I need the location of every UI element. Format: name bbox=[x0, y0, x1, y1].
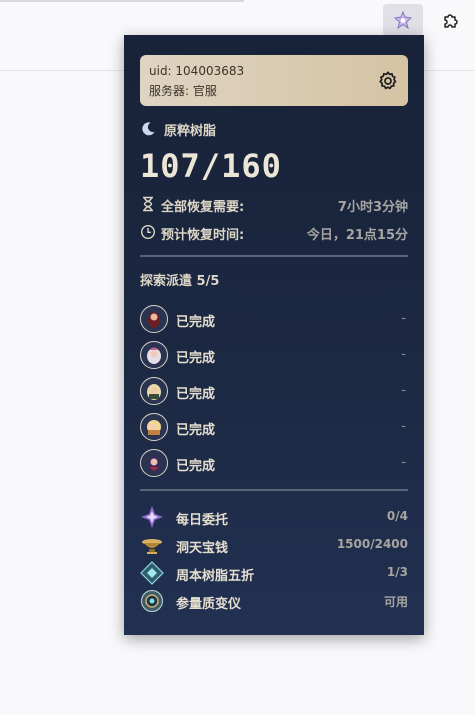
hourglass-icon bbox=[143, 196, 153, 212]
expedition-row: 已完成 - bbox=[140, 377, 408, 405]
extensions-menu-button[interactable] bbox=[433, 4, 467, 36]
transformer-row: 参量质变仪 可用 bbox=[140, 589, 408, 613]
extension-button[interactable] bbox=[383, 4, 423, 36]
expedition-remaining: - bbox=[401, 347, 406, 362]
divider bbox=[140, 489, 408, 491]
extension-logo-icon bbox=[394, 11, 412, 29]
expedition-row: 已完成 - bbox=[140, 341, 408, 369]
expedition-status: 已完成 bbox=[176, 423, 216, 438]
server-text: 服务器: 官服 bbox=[149, 84, 217, 98]
eta-row: 预计恢复时间: 今日，21点15分 bbox=[140, 223, 408, 243]
resin-title: 原粹树脂 bbox=[140, 120, 217, 139]
uid-text: uid: 104003683 bbox=[149, 64, 245, 78]
resin-value: 107/160 bbox=[140, 147, 282, 185]
full-recovery-value: 7小时3分钟 bbox=[337, 200, 408, 215]
expedition-row: 已完成 - bbox=[140, 449, 408, 477]
expedition-remaining: - bbox=[401, 383, 406, 398]
character-avatar bbox=[140, 341, 168, 369]
realm-currency-label: 洞天宝钱 bbox=[176, 541, 229, 556]
clock-icon bbox=[140, 224, 156, 240]
eta-value: 今日，21点15分 bbox=[306, 228, 408, 243]
expeditions-title: 探索派遣 5/5 bbox=[140, 274, 220, 289]
expedition-status: 已完成 bbox=[176, 387, 216, 402]
weekly-boss-row: 周本树脂五折 1/3 bbox=[140, 561, 408, 585]
transformer-label: 参量质变仪 bbox=[176, 597, 242, 612]
weekly-boss-discount-icon bbox=[140, 561, 164, 585]
eta-label: 预计恢复时间: bbox=[161, 228, 245, 243]
realm-currency-icon bbox=[142, 539, 162, 554]
resin-title-label: 原粹树脂 bbox=[164, 123, 217, 139]
expedition-status: 已完成 bbox=[176, 351, 216, 366]
expedition-row: 已完成 - bbox=[140, 305, 408, 333]
expedition-status: 已完成 bbox=[176, 315, 216, 330]
divider bbox=[140, 255, 408, 257]
character-avatar bbox=[140, 449, 168, 477]
full-recovery-label: 全部恢复需要: bbox=[161, 200, 245, 215]
realm-currency-row: 洞天宝钱 1500/2400 bbox=[140, 533, 408, 557]
daily-commission-icon bbox=[141, 506, 163, 528]
address-bar-edge bbox=[0, 0, 244, 2]
extension-popup: uid: 104003683 服务器: 官服 原粹树脂 107/160 全部恢复… bbox=[124, 35, 424, 635]
full-recovery-row: 全部恢复需要: 7小时3分钟 bbox=[140, 195, 408, 215]
daily-commission-value: 0/4 bbox=[386, 509, 408, 523]
moon-icon bbox=[142, 122, 155, 136]
daily-commission-row: 每日委托 0/4 bbox=[140, 505, 408, 529]
character-avatar bbox=[140, 305, 168, 333]
weekly-boss-label: 周本树脂五折 bbox=[176, 569, 255, 584]
parametric-transformer-icon bbox=[140, 589, 164, 613]
transformer-value: 可用 bbox=[383, 595, 408, 609]
puzzle-icon bbox=[443, 13, 458, 28]
expedition-remaining: - bbox=[401, 455, 406, 470]
daily-commission-label: 每日委托 bbox=[176, 513, 229, 528]
expedition-row: 已完成 - bbox=[140, 413, 408, 441]
expedition-status: 已完成 bbox=[176, 459, 216, 474]
character-avatar bbox=[140, 413, 168, 441]
gear-icon[interactable] bbox=[377, 70, 399, 92]
character-avatar bbox=[140, 377, 168, 405]
user-card: uid: 104003683 服务器: 官服 bbox=[140, 55, 408, 106]
expedition-remaining: - bbox=[401, 311, 406, 326]
realm-currency-value: 1500/2400 bbox=[336, 537, 408, 551]
expedition-remaining: - bbox=[401, 419, 406, 434]
weekly-boss-value: 1/3 bbox=[386, 565, 408, 579]
